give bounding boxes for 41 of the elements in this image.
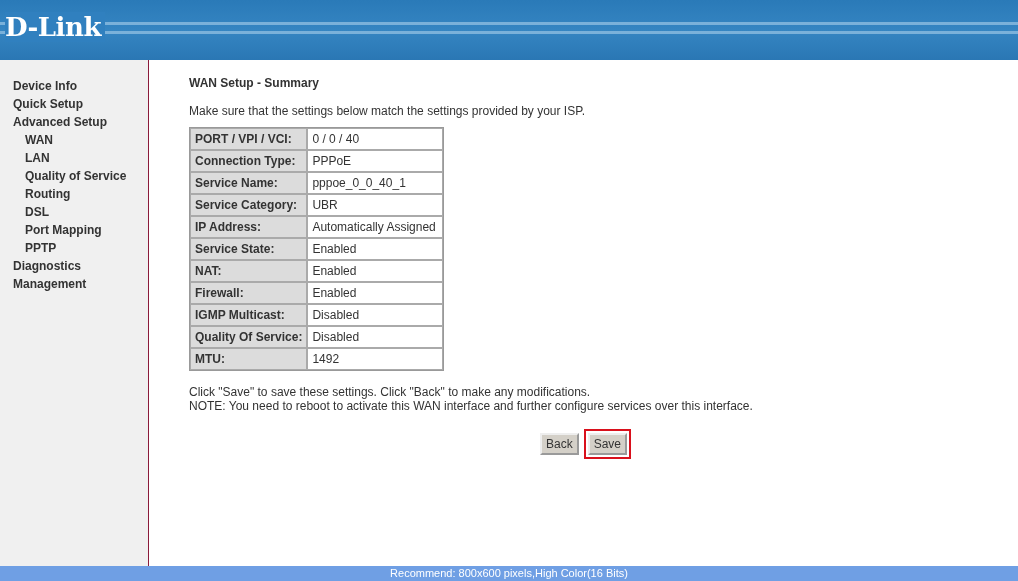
button[interactable]: Back (539, 433, 579, 455)
sidebar-link[interactable]: Management (13, 275, 87, 293)
table-cell: 1492 (307, 348, 444, 370)
table-cell: Service Name: (190, 172, 308, 194)
table-cell: Disabled (307, 326, 444, 348)
sidebar-link[interactable]: LAN (25, 149, 50, 167)
table-cell: IP Address: (190, 216, 308, 238)
table-cell: Connection Type: (190, 150, 308, 172)
table-cell: Automatically Assigned (307, 216, 444, 238)
table-cell: Service Category: (190, 194, 308, 216)
table-cell: UBR (307, 194, 444, 216)
button[interactable]: Save (587, 433, 627, 455)
page-title: WAN Setup - Summary (189, 76, 321, 90)
sidebar-link[interactable]: DSL (25, 203, 49, 221)
table-cell: Enabled (307, 238, 444, 260)
table-cell: Enabled (307, 282, 444, 304)
sidebar-link[interactable]: Device Info (13, 77, 78, 95)
intro-text: Make sure that the settings below match the settings provided by your ISP. (189, 104, 586, 118)
table-cell: pppoe_0_0_40_1 (307, 172, 444, 194)
table-cell: IGMP Multicast: (190, 304, 308, 326)
table-cell: Service State: (190, 238, 308, 260)
table-cell: 0 / 0 / 40 (307, 128, 444, 150)
note-text: Click "Save" to save these settings. Click "Back" to make any modifications. (189, 385, 592, 399)
table-cell: Enabled (307, 260, 444, 282)
sidebar-link[interactable]: Diagnostics (13, 257, 81, 275)
table-cell: PPPoE (307, 150, 444, 172)
sidebar-link[interactable]: WAN (25, 131, 53, 149)
sidebar-link[interactable]: Quality of Service (25, 167, 127, 185)
table-cell: PORT / VPI / VCI: (190, 128, 308, 150)
table-cell: MTU: (190, 348, 308, 370)
note-text: NOTE: You need to reboot to activate this WAN interface and further configure services over this interface. (189, 399, 754, 413)
table-cell: Firewall: (190, 282, 308, 304)
footer-text: Recommend: 800x600 pixels,High Color(16 Bits) (390, 567, 628, 580)
sidebar-link[interactable]: Routing (25, 185, 71, 203)
sidebar-link[interactable]: Advanced Setup (13, 113, 108, 131)
table-cell: Disabled (307, 304, 444, 326)
sidebar-link[interactable]: PPTP (25, 239, 57, 257)
table-cell: Quality Of Service: (190, 326, 308, 348)
sidebar-link[interactable]: Port Mapping (25, 221, 102, 239)
sidebar-link[interactable]: Quick Setup (13, 95, 83, 113)
table-cell: NAT: (190, 260, 308, 282)
